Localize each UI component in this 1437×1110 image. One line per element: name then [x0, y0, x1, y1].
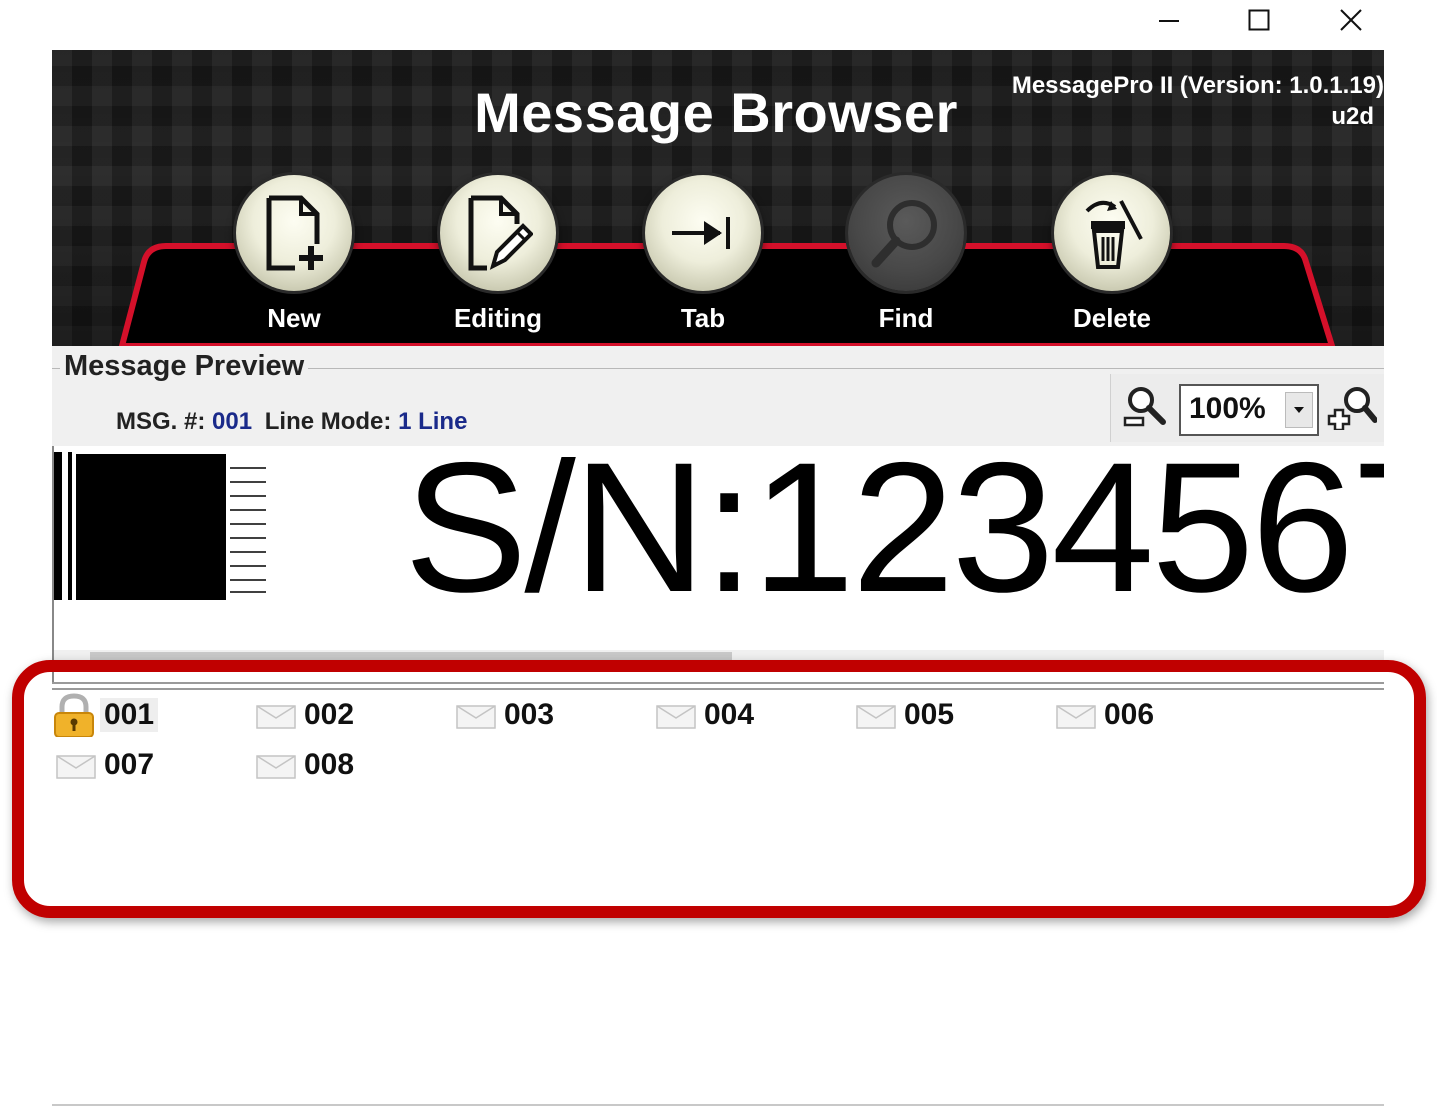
- new-button[interactable]: New: [234, 175, 354, 334]
- barcode-graphic: [54, 452, 266, 600]
- minimize-button[interactable]: [1124, 0, 1214, 40]
- preview-message-text: S/N:1234567: [404, 446, 1384, 631]
- close-button[interactable]: [1306, 0, 1396, 40]
- maximize-icon: [1248, 9, 1270, 31]
- zoom-controls: 100%: [1110, 374, 1384, 442]
- new-label: New: [267, 303, 321, 333]
- edit-document-icon: [468, 195, 533, 271]
- highlight-annotation: [12, 660, 1426, 918]
- find-label: Find: [878, 303, 934, 333]
- close-icon: [1340, 9, 1362, 31]
- message-info: MSG. #: 001 Line Mode: 1 Line: [116, 408, 467, 436]
- editing-label: Editing: [453, 303, 543, 333]
- tab-label: Tab: [680, 303, 726, 333]
- delete-label: Delete: [1072, 303, 1152, 333]
- chevron-down-icon: [1285, 392, 1313, 428]
- msg-number-value: 001: [212, 408, 253, 435]
- version-info: MessagePro II (Version: 1.0.1.19) u2d: [1012, 70, 1384, 132]
- version-text: MessagePro II (Version: 1.0.1.19): [1011, 72, 1384, 99]
- zoom-select[interactable]: 100%: [1179, 384, 1319, 436]
- bottom-divider: [52, 1104, 1384, 1106]
- new-document-icon: [266, 195, 323, 271]
- find-magnifier-icon: [871, 200, 937, 268]
- message-preview-canvas: S/N:1234567: [52, 446, 1384, 686]
- trash-icon: [1085, 200, 1143, 269]
- find-button[interactable]: Find: [846, 175, 966, 334]
- msg-number-label: MSG. #:: [116, 408, 206, 435]
- editing-button[interactable]: Editing: [438, 175, 558, 334]
- maximize-button[interactable]: [1214, 0, 1304, 40]
- message-preview-group: Message Preview MSG. #: 001 Line Mode: 1…: [52, 346, 1384, 446]
- zoom-in-icon[interactable]: [1327, 384, 1377, 430]
- minimize-icon: [1159, 20, 1179, 22]
- tab-icon: [672, 217, 730, 249]
- zoom-value: 100%: [1189, 392, 1266, 425]
- line-mode-label: Line Mode:: [264, 408, 392, 435]
- zoom-out-icon[interactable]: [1123, 384, 1169, 430]
- delete-button[interactable]: Delete: [1052, 175, 1172, 334]
- user-text: u2d: [1331, 103, 1374, 130]
- app-header: Message Browser MessagePro II (Version: …: [52, 50, 1384, 346]
- message-preview-title: Message Preview: [60, 350, 309, 383]
- line-mode-value: 1 Line: [398, 408, 468, 435]
- tab-button[interactable]: Tab: [643, 175, 763, 334]
